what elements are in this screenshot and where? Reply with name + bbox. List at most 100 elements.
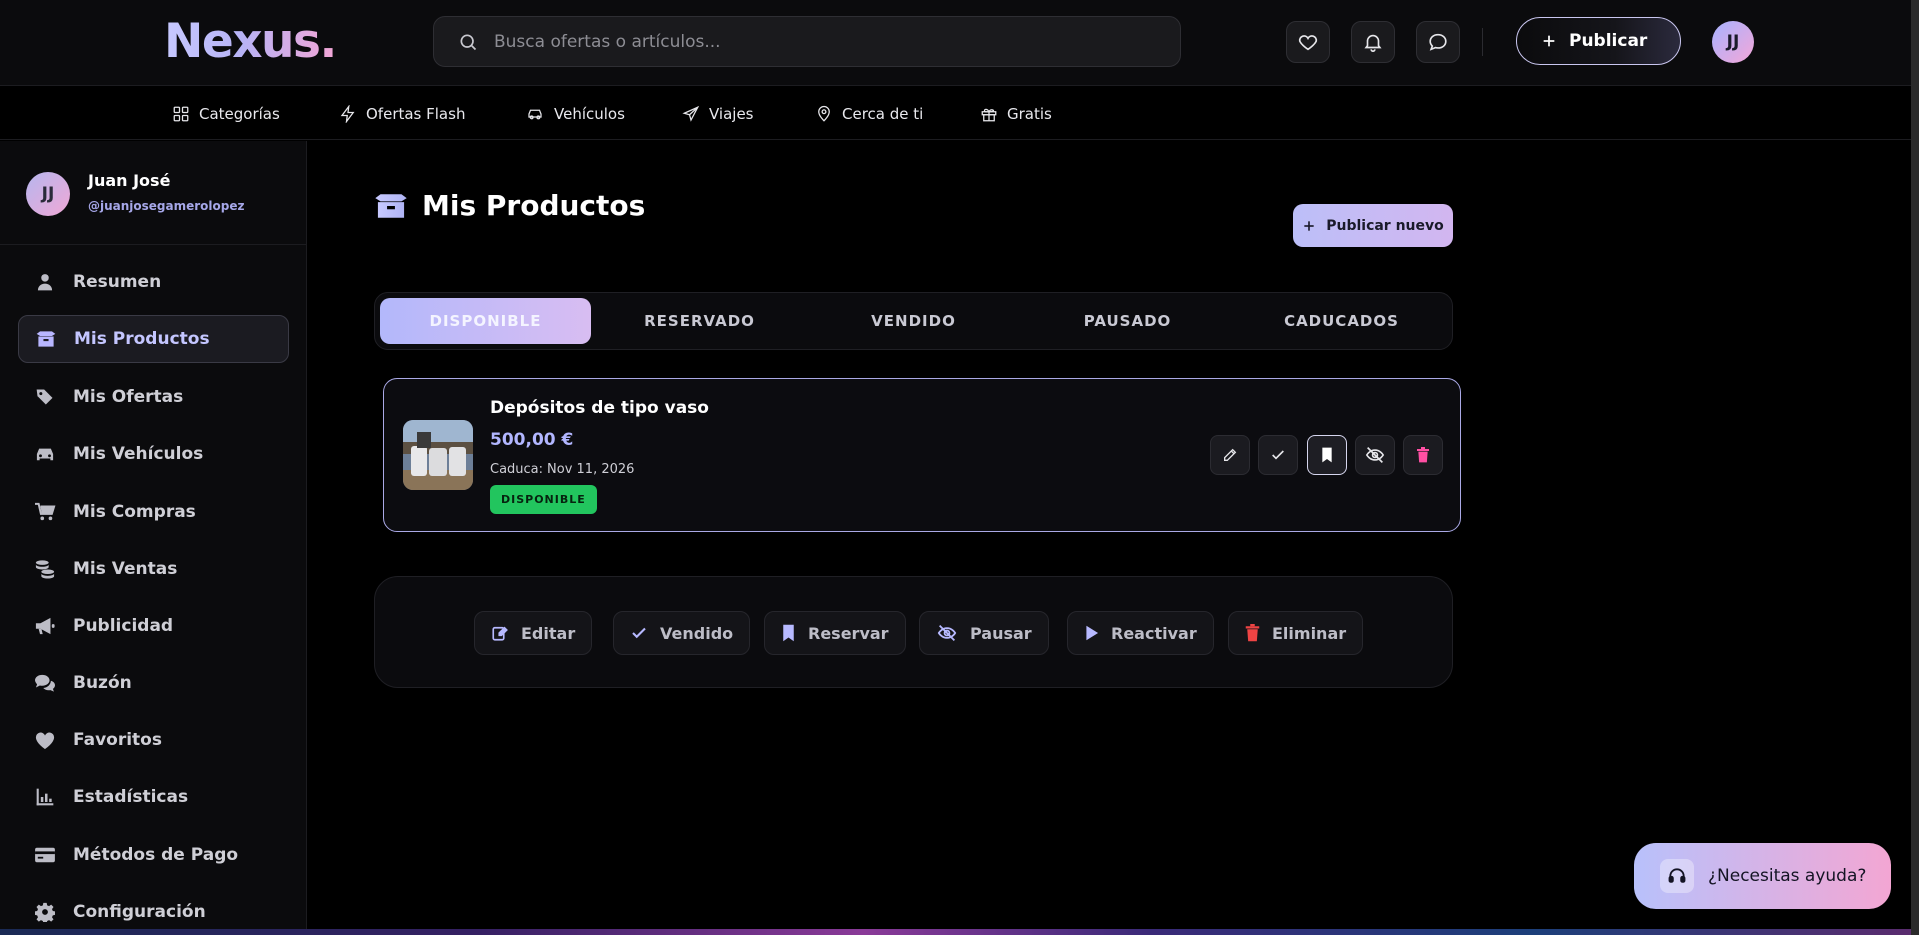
product-expiry: Caduca: Nov 11, 2026 bbox=[490, 462, 634, 477]
map-pin-icon bbox=[818, 105, 830, 122]
sidebar-item-label: Favoritos bbox=[73, 730, 162, 750]
bulk-label: Pausar bbox=[970, 623, 1032, 643]
bulk-label: Reactivar bbox=[1111, 623, 1197, 643]
sidebar-item-configuracion[interactable]: Configuración bbox=[18, 888, 289, 935]
sidebar-item-mis-compras[interactable]: Mis Compras bbox=[18, 488, 289, 536]
bulk-label: Eliminar bbox=[1272, 623, 1347, 643]
status-tabs: DISPONIBLE RESERVADO VENDIDO PAUSADO CAD… bbox=[374, 292, 1453, 350]
help-button[interactable]: ¿Necesitas ayuda? bbox=[1634, 843, 1891, 909]
pause-action-button[interactable] bbox=[1355, 435, 1395, 475]
sidebar-item-label: Estadísticas bbox=[73, 787, 189, 807]
bulk-edit-button[interactable]: Editar bbox=[474, 611, 593, 655]
cat-cerca-de-ti[interactable]: Cerca de ti bbox=[815, 87, 923, 140]
sidebar-item-publicidad[interactable]: Publicidad bbox=[18, 602, 289, 650]
bulk-delete-button[interactable]: Eliminar bbox=[1228, 611, 1364, 655]
notifications-button[interactable] bbox=[1351, 21, 1395, 63]
sidebar-item-resumen[interactable]: Resumen bbox=[18, 258, 289, 306]
sidebar-item-metodos-de-pago[interactable]: Métodos de Pago bbox=[18, 831, 289, 879]
bulk-sold-button[interactable]: Vendido bbox=[613, 611, 751, 655]
user-avatar[interactable]: JJ bbox=[1712, 21, 1754, 63]
page-heading: Mis Productos bbox=[422, 189, 646, 222]
user-handle: @juanjosegamerolopez bbox=[88, 199, 245, 213]
edit-action-button[interactable] bbox=[1210, 435, 1250, 475]
bulk-reserve-button[interactable]: Reservar bbox=[764, 611, 906, 655]
user-icon bbox=[34, 271, 56, 293]
nexus-logo[interactable]: Nexus. bbox=[164, 14, 337, 69]
product-card[interactable]: Depósitos de tipo vaso 500,00 € Caduca: N… bbox=[383, 378, 1461, 532]
search-input[interactable] bbox=[494, 17, 1164, 66]
bulk-label: Editar bbox=[521, 623, 576, 643]
page-scrollbar[interactable] bbox=[1911, 0, 1919, 935]
edit-icon bbox=[492, 626, 508, 641]
cat-label: Cerca de ti bbox=[842, 104, 924, 123]
tab-reservado[interactable]: RESERVADO bbox=[594, 298, 805, 344]
product-thumbnail[interactable] bbox=[403, 420, 473, 490]
cat-categorias[interactable]: Categorías bbox=[172, 87, 280, 140]
sidebar-item-mis-ofertas[interactable]: Mis Ofertas bbox=[18, 373, 289, 421]
sidebar-item-estadisticas[interactable]: Estadísticas bbox=[18, 773, 289, 821]
sidebar-item-label: Mis Compras bbox=[73, 502, 196, 522]
tab-disponible[interactable]: DISPONIBLE bbox=[380, 298, 591, 344]
user-name: Juan José bbox=[88, 171, 171, 190]
bell-icon bbox=[1364, 34, 1382, 52]
product-price: 500,00 € bbox=[490, 430, 574, 450]
cart-icon bbox=[34, 501, 56, 523]
reserve-action-button[interactable] bbox=[1307, 435, 1347, 475]
tab-caducados[interactable]: CADUCADOS bbox=[1236, 298, 1447, 344]
bulk-label: Reservar bbox=[808, 623, 889, 643]
sidebar: JJ Juan José @juanjosegamerolopez Resume… bbox=[0, 141, 307, 935]
cat-label: Gratis bbox=[1007, 104, 1052, 123]
bulk-actions-bar: Editar Vendido Reservar Pausar Reactivar… bbox=[374, 576, 1453, 688]
box-icon bbox=[35, 328, 57, 350]
chart-icon bbox=[34, 786, 56, 808]
grid-icon bbox=[173, 106, 189, 121]
sidebar-profile[interactable]: JJ Juan José @juanjosegamerolopez bbox=[0, 141, 306, 245]
sidebar-item-label: Mis Productos bbox=[74, 329, 210, 349]
expiry-label: Caduca: bbox=[490, 462, 544, 477]
product-title[interactable]: Depósitos de tipo vaso bbox=[490, 398, 709, 418]
delete-action-button[interactable] bbox=[1403, 435, 1443, 475]
bookmark-icon bbox=[783, 624, 794, 642]
favorites-button[interactable] bbox=[1286, 21, 1330, 63]
publish-button[interactable]: Publicar bbox=[1516, 17, 1681, 65]
cat-label: Viajes bbox=[709, 104, 754, 123]
mark-sold-action-button[interactable] bbox=[1258, 435, 1298, 475]
sidebar-item-buzon[interactable]: Buzón bbox=[18, 659, 289, 707]
bookmark-icon bbox=[1322, 447, 1332, 463]
publish-new-label: Publicar nuevo bbox=[1326, 217, 1444, 234]
tab-pausado[interactable]: PAUSADO bbox=[1022, 298, 1233, 344]
cat-ofertas-flash[interactable]: Ofertas Flash bbox=[339, 87, 465, 140]
sidebar-item-favoritos[interactable]: Favoritos bbox=[18, 716, 289, 764]
eye-slash-icon bbox=[1365, 447, 1385, 463]
chat-icon bbox=[34, 672, 56, 694]
search-icon bbox=[460, 34, 477, 51]
tab-vendido[interactable]: VENDIDO bbox=[808, 298, 1019, 344]
sidebar-item-label: Mis Vehículos bbox=[73, 444, 204, 464]
bulk-pause-button[interactable]: Pausar bbox=[919, 611, 1049, 655]
bottom-gradient-strip bbox=[0, 929, 1919, 935]
messages-button[interactable] bbox=[1416, 21, 1460, 63]
car-icon bbox=[528, 109, 542, 119]
cat-label: Categorías bbox=[199, 104, 280, 123]
cat-gratis[interactable]: Gratis bbox=[980, 87, 1052, 140]
sidebar-item-label: Mis Ventas bbox=[73, 559, 178, 579]
bulk-reactivate-button[interactable]: Reactivar bbox=[1067, 611, 1214, 655]
search-bar[interactable] bbox=[433, 16, 1181, 67]
publish-label: Publicar bbox=[1569, 31, 1648, 51]
eye-slash-icon bbox=[937, 624, 957, 642]
play-icon bbox=[1086, 625, 1099, 641]
plane-icon bbox=[682, 105, 700, 122]
cat-vehiculos[interactable]: Vehículos bbox=[525, 87, 625, 140]
category-nav: Categorías Ofertas Flash Vehículos Viaje… bbox=[0, 87, 1919, 140]
header-divider bbox=[1482, 28, 1483, 56]
sidebar-item-mis-ventas[interactable]: Mis Ventas bbox=[18, 545, 289, 593]
sidebar-item-mis-productos[interactable]: Mis Productos bbox=[18, 315, 289, 363]
publish-new-button[interactable]: Publicar nuevo bbox=[1293, 204, 1453, 247]
bulk-label: Vendido bbox=[660, 623, 734, 643]
cat-label: Ofertas Flash bbox=[366, 104, 466, 123]
trash-icon bbox=[1245, 624, 1260, 642]
cat-viajes[interactable]: Viajes bbox=[682, 87, 754, 140]
check-icon bbox=[632, 627, 646, 639]
sidebar-item-mis-vehiculos[interactable]: Mis Vehículos bbox=[18, 430, 289, 478]
page-title: Mis Productos bbox=[374, 189, 645, 222]
